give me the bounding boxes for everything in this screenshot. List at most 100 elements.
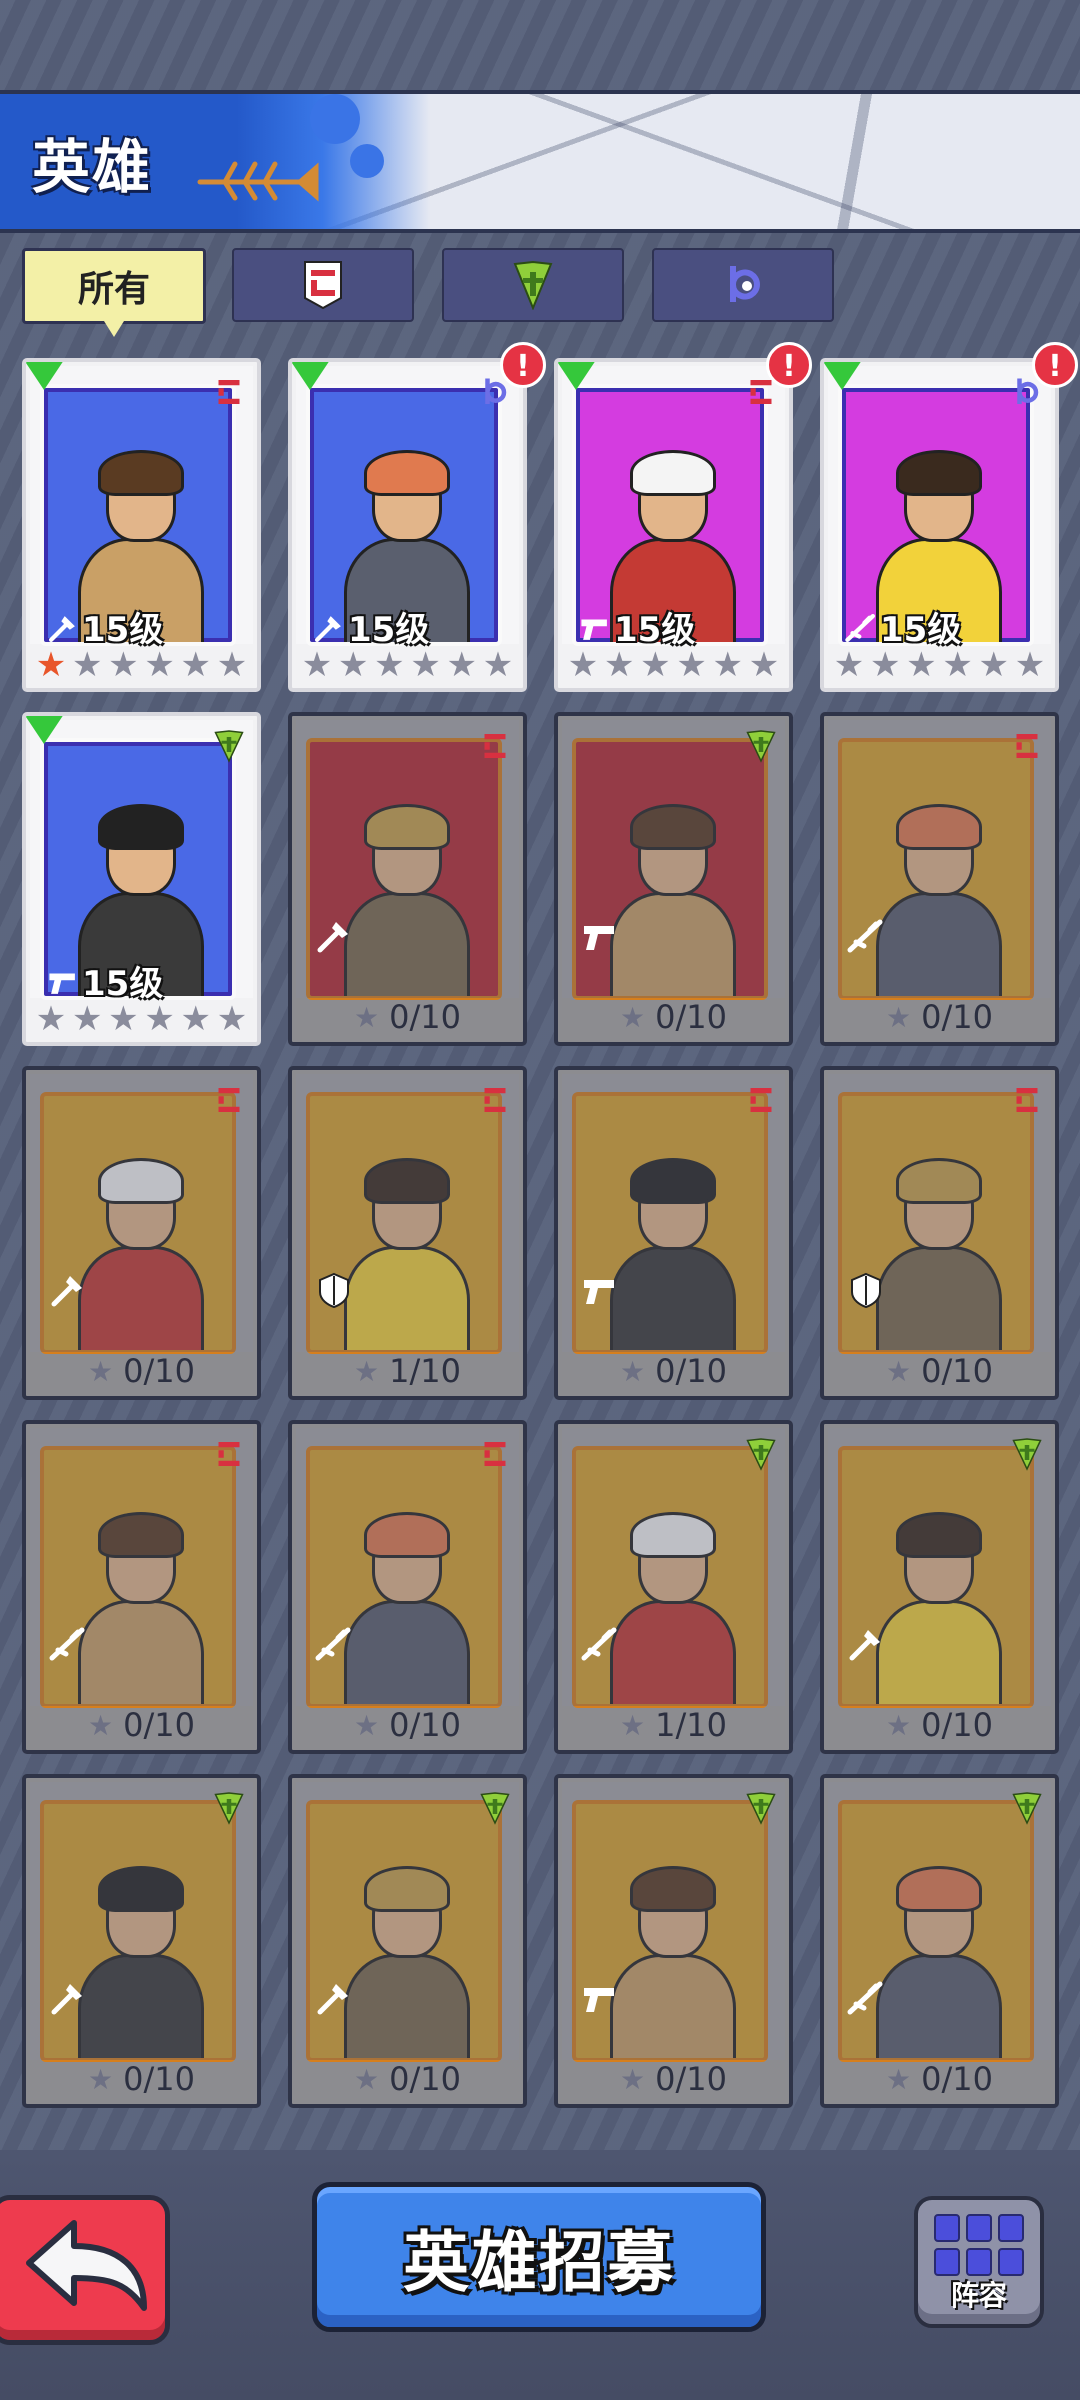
faction-icon (1009, 1082, 1045, 1118)
red-faction-icon (484, 1088, 506, 1112)
shard-icon: ★ (88, 1354, 114, 1388)
hero-card[interactable]: ★ 0/10 (820, 712, 1059, 1046)
hero-card[interactable]: ★ 0/10 (22, 1420, 261, 1754)
green-faction-icon (214, 1792, 244, 1825)
faction-icon (477, 1436, 513, 1472)
star-icon: ★ (374, 645, 405, 685)
faction-icon (1009, 1790, 1045, 1826)
tab-red-faction[interactable] (232, 248, 414, 322)
star-icon: ★ (942, 645, 973, 685)
green-faction-icon (746, 1792, 776, 1825)
hero-shard-progress: ★ 0/10 (824, 1352, 1055, 1390)
hero-level-text: 15级 (348, 610, 430, 650)
star-icon: ★ (108, 999, 139, 1039)
hero-shard-progress: ★ 0/10 (292, 1706, 523, 1744)
green-faction-icon (1012, 1438, 1042, 1471)
hero-card[interactable]: ★ 0/10 (288, 1420, 527, 1754)
shard-count: 1/10 (655, 1706, 727, 1744)
faction-icon (211, 374, 247, 410)
hero-card[interactable]: ★ 1/10 (554, 1420, 793, 1754)
star-icon: ★ (676, 645, 707, 685)
faction-icon (211, 1436, 247, 1472)
star-icon: ★ (337, 645, 369, 685)
tab-blue-faction[interactable] (652, 248, 834, 322)
faction-icon (477, 728, 513, 764)
star-icon: ★ (71, 645, 103, 685)
faction-icon (477, 1082, 513, 1118)
faction-icon (1009, 1436, 1045, 1472)
fishbone-icon (197, 161, 319, 202)
star-icon: ★ (446, 645, 477, 685)
hero-shard-progress: ★ 0/10 (292, 2060, 523, 2098)
star-icon: ★ (906, 645, 937, 685)
hero-card[interactable]: ★ 0/10 (820, 1066, 1059, 1400)
shard-count: 0/10 (389, 998, 461, 1036)
shard-count: 0/10 (123, 1706, 195, 1744)
hero-card[interactable]: ★ 0/10 (288, 1774, 527, 2108)
tab-all[interactable]: 所有 (22, 248, 206, 337)
star-icon: ★ (640, 645, 671, 685)
hero-level: 15级 (46, 956, 163, 1005)
green-faction-icon (480, 1792, 510, 1825)
back-button[interactable] (0, 2195, 170, 2345)
hero-card[interactable]: ★ 1/10 (288, 1066, 527, 1400)
hero-card[interactable]: 15级 ★ ★ ★ ★ ★ ★ (820, 358, 1059, 692)
hero-card[interactable]: 15级 ★ ★ ★ ★ ★ ★ (22, 358, 261, 692)
new-hero-marker (292, 362, 330, 390)
paint-blot (310, 94, 360, 144)
red-faction-badge-icon (304, 261, 342, 310)
hero-level: 15级 (844, 602, 961, 651)
hero-shard-progress: ★ 0/10 (824, 998, 1055, 1036)
hero-card[interactable]: ★ 0/10 (554, 1066, 793, 1400)
hero-shard-progress: ★ 0/10 (824, 2060, 1055, 2098)
faction-icon (211, 728, 247, 764)
hero-card[interactable]: ★ 0/10 (22, 1066, 261, 1400)
shard-count: 0/10 (389, 2060, 461, 2098)
shard-icon: ★ (354, 1354, 380, 1388)
hero-level-text: 15级 (82, 964, 164, 1004)
tab-all-label: 所有 (77, 269, 150, 310)
shard-icon: ★ (354, 1000, 380, 1034)
hero-card[interactable]: 15级 ★ ★ ★ ★ ★ ★ (22, 712, 261, 1046)
axe-icon (51, 1276, 82, 1307)
hero-shard-progress: ★ 1/10 (558, 1706, 789, 1744)
shard-icon: ★ (620, 2062, 646, 2096)
hero-shard-progress: ★ 0/10 (824, 1706, 1055, 1744)
red-faction-icon (1016, 1088, 1038, 1112)
star-rating: ★ ★ ★ ★ ★ ★ (300, 648, 515, 682)
shard-count: 0/10 (921, 998, 993, 1036)
hero-shard-progress: ★ 0/10 (26, 1352, 257, 1390)
shard-count: 0/10 (655, 1352, 727, 1390)
pistol-icon (584, 1280, 614, 1304)
star-icon: ★ (482, 645, 514, 685)
faction-icon (477, 1790, 513, 1826)
star-icon: ★ (833, 645, 865, 685)
shard-icon: ★ (886, 1000, 912, 1034)
rifle-icon (581, 1627, 617, 1661)
hero-card[interactable]: ★ 0/10 (820, 1420, 1059, 1754)
hero-card[interactable]: ★ 0/10 (288, 712, 527, 1046)
red-faction-icon (1016, 734, 1038, 758)
hero-recruit-button[interactable]: 英雄招募 (312, 2182, 766, 2332)
hero-card[interactable]: ★ 0/10 (554, 1774, 793, 2108)
hero-card[interactable]: 15级 ★ ★ ★ ★ ★ ★ (554, 358, 793, 692)
lineup-button[interactable]: 阵容 (914, 2196, 1044, 2328)
faction-icon (1009, 728, 1045, 764)
pistol-icon (584, 926, 614, 950)
star-rating: ★ ★ ★ ★ ★ ★ (832, 648, 1047, 682)
hero-card[interactable]: 15级 ★ ★ ★ ★ ★ ★ (288, 358, 527, 692)
hero-shard-progress: ★ 0/10 (558, 1352, 789, 1390)
red-faction-icon (484, 734, 506, 758)
red-faction-icon (218, 380, 240, 404)
tab-green-faction[interactable] (442, 248, 624, 322)
hero-card[interactable]: ★ 0/10 (820, 1774, 1059, 2108)
red-faction-icon (750, 380, 772, 404)
hero-card[interactable]: ★ 0/10 (554, 712, 793, 1046)
shard-icon: ★ (620, 1354, 646, 1388)
hero-shard-progress: ★ 0/10 (558, 998, 789, 1036)
green-faction-icon (1012, 1792, 1042, 1825)
hero-card[interactable]: ★ 0/10 (22, 1774, 261, 2108)
rifle-icon (49, 1627, 85, 1661)
shard-count: 0/10 (921, 2060, 993, 2098)
shard-count: 1/10 (389, 1352, 461, 1390)
